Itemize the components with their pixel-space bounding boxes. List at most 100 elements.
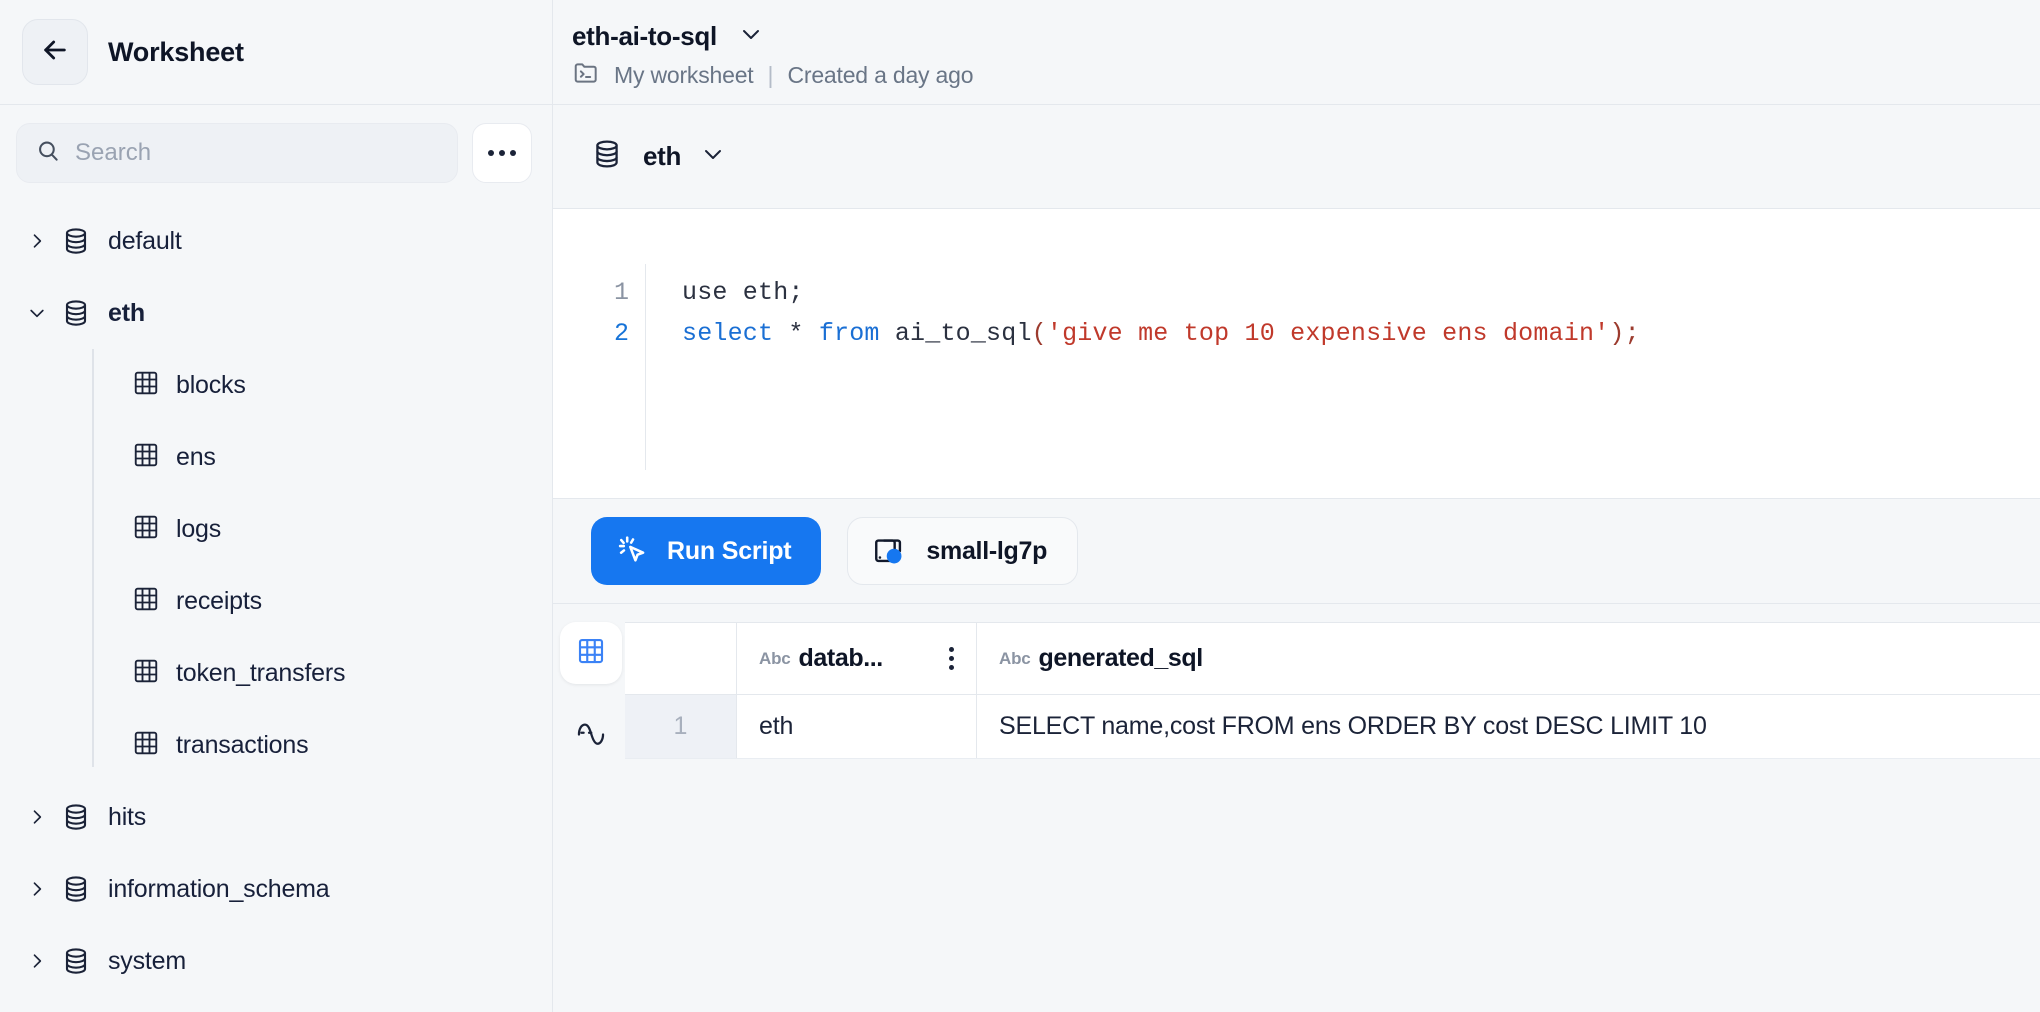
line-number: 1 [614,272,629,313]
app-root: Worksheet [0,0,2040,1012]
compute-engine-label: small-lg7p [926,537,1047,566]
list-item[interactable]: token_transfers [92,637,552,709]
chevron-right-icon [18,807,56,827]
column-menu-icon[interactable] [939,647,954,670]
list-item-label: receipts [176,587,262,616]
chevron-down-icon [18,303,56,323]
results-grid-wrapper: Abc datab... Abc generated_sql [615,604,2040,1012]
list-item[interactable]: ens [92,421,552,493]
list-item[interactable]: logs [92,493,552,565]
kw-select: select [682,319,773,348]
list-item[interactable]: transactions [92,709,552,781]
sidebar-item-information-schema[interactable]: information_schema [0,853,552,925]
list-item-label: blocks [176,371,246,400]
worksheet-created: Created a day ago [787,62,973,89]
back-button[interactable] [22,19,88,85]
chevron-down-icon[interactable] [739,22,763,51]
search-icon [35,138,61,169]
database-icon [56,946,96,976]
table-icon [132,585,160,618]
eth-table-list: blocks ens logs [0,349,552,781]
list-item[interactable]: blocks [92,349,552,421]
worksheet-owner: My worksheet [614,62,753,89]
sidebar-item-label: default [108,227,182,256]
sidebar-item-label: eth [108,299,145,328]
grid-view-icon [576,636,606,671]
chart-view-button[interactable] [560,702,622,764]
editor-toolbar: Run Script small-lg7p [553,499,2040,604]
cell-database[interactable]: eth [737,695,977,758]
list-item[interactable]: receipts [92,565,552,637]
database-icon [56,298,96,328]
sidebar-search-row [0,105,552,197]
search-input[interactable] [75,139,439,167]
column-header-database[interactable]: Abc datab... [737,623,977,694]
sidebar: Worksheet [0,0,553,1012]
search-box[interactable] [16,123,458,183]
sidebar-item-label: hits [108,803,146,832]
database-icon [591,138,623,175]
page-title: Worksheet [108,37,244,68]
sidebar-item-hits[interactable]: hits [0,781,552,853]
run-script-button[interactable]: Run Script [591,517,821,585]
sidebar-item-eth[interactable]: eth [0,277,552,349]
row-index: 1 [625,695,737,758]
sidebar-item-system[interactable]: system [0,925,552,997]
database-selector-bar[interactable]: eth [553,105,2040,209]
list-item-label: transactions [176,731,308,760]
results-table: Abc datab... Abc generated_sql [625,622,2040,759]
arrow-left-icon [39,34,71,71]
open-paren: ( [1032,319,1047,348]
list-item-label: token_transfers [176,659,345,688]
table-icon [132,657,160,690]
sql-editor[interactable]: 1 2 use eth; select * from ai_to_sql('giv… [553,209,2040,499]
close-paren-semicolon: ); [1609,319,1639,348]
table-icon [132,729,160,762]
cell-generated-sql[interactable]: SELECT name,cost FROM ens ORDER BY cost … [977,695,2040,758]
worksheet-name: eth-ai-to-sql [572,21,717,52]
code-star: * [773,319,819,348]
row-index-header [625,623,737,694]
meta-separator: | [767,62,773,89]
string-literal: 'give me top 10 expensive ens domain' [1047,319,1610,348]
results-panel: Abc datab... Abc generated_sql [553,604,2040,1012]
column-name: datab... [799,644,883,673]
table-row[interactable]: 1 eth SELECT name,cost FROM ens ORDER BY… [625,695,2040,759]
database-tree: default eth [0,197,552,1012]
chart-view-icon [574,714,608,753]
worksheet-name-row: eth-ai-to-sql [572,21,2040,52]
fn-name: ai_to_sql [880,319,1032,348]
grid-view-button[interactable] [560,622,622,684]
chevron-down-icon[interactable] [701,142,725,171]
database-icon [56,802,96,832]
code-line-1: use eth; [682,272,2040,313]
more-options-icon [488,150,494,156]
run-script-label: Run Script [667,537,791,566]
database-icon [56,226,96,256]
sidebar-item-label: system [108,947,186,976]
selected-database-name: eth [643,141,681,172]
code-line-2: select * from ai_to_sql('give me top 10 … [682,313,2040,354]
chevron-right-icon [18,951,56,971]
results-view-rail [553,604,615,1012]
column-header-generated-sql[interactable]: Abc generated_sql [977,623,2040,694]
line-number: 2 [614,313,629,354]
database-icon [56,874,96,904]
cursor-click-icon [617,534,651,568]
table-header-row: Abc datab... Abc generated_sql [625,623,2040,695]
compute-node-icon [872,534,906,568]
more-options-button[interactable] [472,123,532,183]
editor-code-area[interactable]: use eth; select * from ai_to_sql('give me… [646,229,2040,498]
code-line-1-text: use eth; [682,278,804,307]
chevron-right-icon [18,879,56,899]
kw-from: from [819,319,880,348]
compute-engine-button[interactable]: small-lg7p [847,517,1078,585]
sidebar-item-default[interactable]: default [0,205,552,277]
main-panel: eth-ai-to-sql My worksheet | Created a d… [553,0,2040,1012]
column-name: generated_sql [1039,644,1203,673]
list-item-label: ens [176,443,216,472]
list-item-label: logs [176,515,221,544]
cell-text: eth [759,712,793,741]
sidebar-header: Worksheet [0,0,552,105]
table-icon [132,369,160,402]
